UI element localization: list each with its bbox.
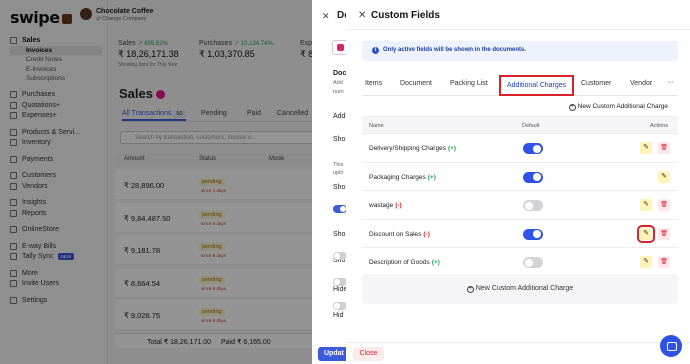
settings-text: Sho: [333, 184, 346, 191]
charge-sign: (-): [395, 202, 402, 209]
charge-name-text: Discount on Sales: [369, 230, 422, 238]
edit-icon[interactable]: ✎: [637, 224, 655, 243]
info-text: Only active fields will be shown in the …: [383, 47, 527, 53]
divider: [346, 29, 690, 30]
trash-icon[interactable]: 🗑: [658, 199, 670, 211]
chat-icon[interactable]: [660, 335, 682, 357]
charge-sign: (-): [423, 230, 430, 238]
add-charge-label: + New Custom Additional Charge: [466, 285, 574, 293]
default-toggle[interactable]: [523, 200, 543, 211]
more-tabs-icon[interactable]: ···: [667, 79, 674, 86]
charge-name: wastage (-): [369, 202, 402, 209]
charge-name: Delivery/Shipping Charges (+): [369, 145, 456, 152]
column-actions: Actions: [650, 123, 669, 129]
default-toggle[interactable]: [523, 143, 543, 154]
charge-name-text: Delivery/Shipping Charges: [369, 145, 446, 152]
toggle-knob: [525, 258, 533, 267]
settings-text: Sho: [333, 231, 346, 238]
info-icon: i: [372, 47, 379, 54]
charge-name-text: wastage: [369, 202, 394, 209]
edit-icon[interactable]: ✎: [640, 199, 652, 211]
charge-name-text: Packaging Charges: [369, 173, 426, 181]
setting-toggle[interactable]: [333, 302, 347, 310]
toggle-knob: [533, 230, 541, 238]
column-default: Default: [522, 123, 540, 129]
table-row: Discount on Sales (-) ✎ 🗑: [362, 220, 678, 248]
charge-name: Discount on Sales (-): [369, 231, 430, 238]
default-toggle[interactable]: [523, 228, 543, 240]
tab-additional-charges[interactable]: Additional Charges: [499, 75, 575, 96]
heart-icon: [337, 44, 344, 51]
plus-circle-icon: +: [568, 104, 576, 111]
charge-name: Packaging Charges (+): [369, 174, 436, 181]
edit-icon[interactable]: ✎: [658, 170, 670, 183]
default-toggle[interactable]: [523, 257, 543, 268]
plus-circle-icon: +: [466, 286, 474, 293]
settings-text: Doc: [333, 70, 347, 77]
info-banner: i Only active fields will be shown in th…: [362, 41, 678, 61]
tab-packing-list[interactable]: Packing List: [450, 80, 488, 87]
column-name: Name: [369, 123, 384, 129]
tab-document[interactable]: Document: [400, 80, 432, 87]
settings-text: uplo: [333, 170, 344, 176]
charge-sign: (+): [427, 173, 436, 181]
edit-icon[interactable]: ✎: [640, 142, 652, 154]
trash-icon[interactable]: 🗑: [658, 256, 670, 268]
settings-text: Hid: [333, 312, 344, 319]
toggle-knob: [533, 173, 541, 181]
new-additional-charge-link[interactable]: + New Custom Additional Charge: [568, 103, 668, 111]
trash-icon[interactable]: 🗑: [658, 142, 670, 154]
setting-toggle[interactable]: [333, 252, 347, 260]
toggle-knob: [533, 144, 541, 153]
charge-name: Description of Goods (+): [369, 259, 440, 266]
custom-field-tabs: ··· Items Document Packing List Additional …: [362, 73, 678, 96]
additional-charges-table: Name Default Actions Delivery/Shipping C…: [362, 116, 678, 277]
table-row: wastage (-) ✎ 🗑: [362, 191, 678, 220]
tab-customer[interactable]: Customer: [581, 80, 611, 87]
edit-icon[interactable]: ✎: [640, 256, 652, 268]
drawer-footer: Close: [346, 342, 690, 364]
toggle-knob: [525, 201, 533, 210]
table-row: Delivery/Shipping Charges (+) ✎ 🗑: [362, 134, 678, 163]
custom-fields-drawer: ✕ Custom Fields i Only active fields wil…: [346, 0, 690, 364]
custom-fields-title: Custom Fields: [371, 10, 440, 21]
settings-text: Add: [333, 80, 343, 86]
close-button[interactable]: Close: [353, 347, 384, 361]
close-icon[interactable]: ✕: [358, 10, 366, 21]
settings-text: Sho: [333, 136, 346, 143]
tab-vendor[interactable]: Vendor: [630, 80, 652, 87]
tab-items[interactable]: Items: [365, 80, 382, 87]
setting-toggle[interactable]: [333, 205, 347, 213]
settings-text: This: [333, 162, 344, 168]
charge-sign: (+): [431, 259, 440, 266]
close-icon[interactable]: ✕: [322, 11, 330, 22]
settings-text: num: [333, 89, 344, 95]
charge-sign: (+): [447, 145, 457, 152]
table-row: Packaging Charges (+) ✎: [362, 163, 678, 191]
trash-icon[interactable]: 🗑: [658, 227, 670, 240]
default-toggle[interactable]: [523, 171, 543, 183]
table-row: Description of Goods (+) ✎ 🗑: [362, 248, 678, 277]
charge-name-text: Description of Goods: [369, 259, 430, 266]
setting-toggle[interactable]: [333, 278, 347, 286]
table-header: Name Default Actions: [362, 116, 678, 134]
add-charge-box[interactable]: + New Custom Additional Charge: [362, 274, 678, 304]
